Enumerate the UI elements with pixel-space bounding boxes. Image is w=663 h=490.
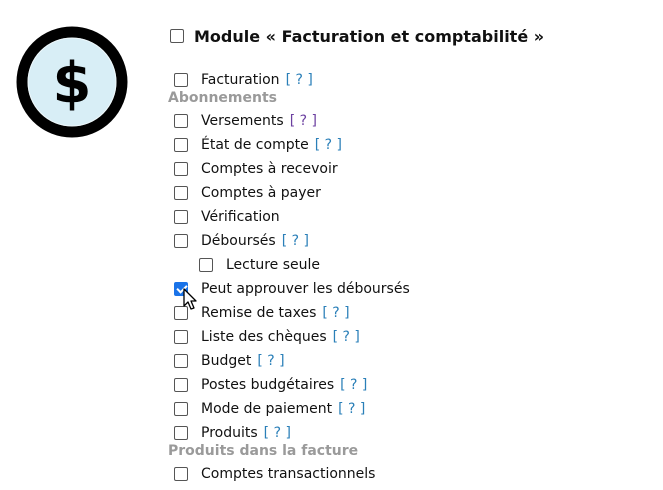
permission-label: Remise de taxes (201, 305, 317, 321)
permission-label: Comptes à payer (201, 185, 321, 201)
help-link[interactable]: [ ? ] (257, 353, 284, 369)
help-link[interactable]: [ ? ] (333, 329, 360, 345)
permission-label: État de compte (201, 137, 309, 153)
permission-label: Produits (201, 425, 258, 441)
permission-label: Liste des chèques (201, 329, 327, 345)
permission-label: Comptes transactionnels (201, 466, 376, 482)
permission-row-comptes-a-recevoir: Comptes à recevoir (174, 159, 338, 179)
permission-row-mode-de-paiement: Mode de paiement [ ? ] (174, 399, 365, 419)
checkbox-verification[interactable] (174, 210, 188, 224)
checkbox-postes-budgetaires[interactable] (174, 378, 188, 392)
checkbox-facturation[interactable] (174, 73, 188, 87)
checkbox-versements[interactable] (174, 114, 188, 128)
checkbox-comptes-a-recevoir[interactable] (174, 162, 188, 176)
permission-label: Postes budgétaires (201, 377, 335, 393)
permission-label: Lecture seule (226, 257, 321, 273)
permission-label: Vérification (201, 209, 280, 225)
help-link[interactable]: [ ? ] (322, 305, 349, 321)
module-checkbox[interactable] (170, 29, 184, 43)
permission-label: Facturation (201, 72, 280, 88)
checkbox-comptes-a-payer[interactable] (174, 186, 188, 200)
help-link[interactable]: [ ? ] (290, 113, 317, 129)
checkbox-comptes-transactionnels[interactable] (174, 467, 188, 481)
permission-label: Déboursés (201, 233, 276, 249)
permission-label: Budget (201, 353, 252, 369)
mouse-pointer-icon (183, 288, 197, 310)
permission-label: Comptes à recevoir (201, 161, 338, 177)
module-title: Module « Facturation et comptabilité » (194, 26, 545, 46)
checkbox-debourses[interactable] (174, 234, 188, 248)
permission-row-versements: Versements [ ? ] (174, 111, 317, 131)
checkbox-etat-de-compte[interactable] (174, 138, 188, 152)
checkbox-budget[interactable] (174, 354, 188, 368)
permission-row-debourses: Déboursés [ ? ] (174, 231, 309, 251)
permission-row-remise-de-taxes: Remise de taxes [ ? ] (174, 303, 350, 323)
permission-row-liste-des-cheques: Liste des chèques [ ? ] (174, 327, 360, 347)
permission-row-produits: Produits [ ? ] (174, 423, 291, 443)
permission-row-verification: Vérification (174, 207, 280, 227)
checkbox-mode-de-paiement[interactable] (174, 402, 188, 416)
section-heading-produits-dans-la-facture: Produits dans la facture (168, 443, 359, 459)
checkbox-produits[interactable] (174, 426, 188, 440)
permission-row-lecture-seule: Lecture seule (199, 255, 320, 275)
permission-row-comptes-transactionnels: Comptes transactionnels (174, 464, 375, 484)
help-link[interactable]: [ ? ] (315, 137, 342, 153)
help-link[interactable]: [ ? ] (338, 401, 365, 417)
help-link[interactable]: [ ? ] (264, 425, 291, 441)
module-header: Module « Facturation et comptabilité » (170, 26, 544, 46)
dollar-symbol: $ (53, 51, 92, 116)
permission-row-peut-approuver: Peut approuver les déboursés (174, 279, 410, 299)
permission-label: Peut approuver les déboursés (201, 281, 410, 297)
permission-row-etat-de-compte: État de compte [ ? ] (174, 135, 342, 155)
permission-row-comptes-a-payer: Comptes à payer (174, 183, 321, 203)
permission-row-postes-budgetaires: Postes budgétaires [ ? ] (174, 375, 367, 395)
help-link[interactable]: [ ? ] (286, 72, 313, 88)
checkbox-lecture-seule[interactable] (199, 258, 213, 272)
section-heading-abonnements: Abonnements (168, 90, 277, 106)
dollar-coin-icon: $ (16, 26, 128, 138)
help-link[interactable]: [ ? ] (282, 233, 309, 249)
help-link[interactable]: [ ? ] (340, 377, 367, 393)
permission-label: Mode de paiement (201, 401, 333, 417)
permission-row-budget: Budget [ ? ] (174, 351, 285, 371)
permission-row-facturation: Facturation [ ? ] (174, 70, 313, 90)
checkbox-liste-des-cheques[interactable] (174, 330, 188, 344)
permission-label: Versements (201, 113, 284, 129)
